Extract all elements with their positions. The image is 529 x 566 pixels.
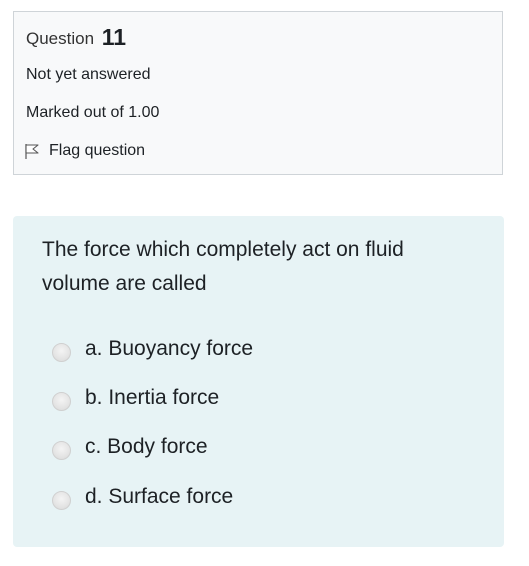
answer-label-a: a. Buoyancy force xyxy=(85,337,254,360)
radio-button-c[interactable] xyxy=(52,440,71,460)
radio-button-a[interactable] xyxy=(52,342,71,362)
question-info-panel: Question 11 Not yet answered Marked out … xyxy=(13,11,503,175)
question-text: The force which completely act on fluid … xyxy=(42,238,404,295)
radio-button-d[interactable] xyxy=(52,490,71,510)
answer-label-d: d. Surface force xyxy=(85,485,234,508)
answer-option-c[interactable]: c. Body force xyxy=(52,432,208,462)
flag-question-link[interactable]: Flag question xyxy=(24,142,145,160)
radio-button-b[interactable] xyxy=(52,391,71,411)
answer-label-b: b. Inertia force xyxy=(85,386,220,409)
answer-label-c: c. Body force xyxy=(85,435,208,458)
answer-option-b[interactable]: b. Inertia force xyxy=(52,383,219,413)
answer-option-d[interactable]: d. Surface force xyxy=(52,482,233,512)
flag-question-label: Flag question xyxy=(49,142,146,159)
flag-icon xyxy=(25,143,39,159)
question-content-panel: The force which completely act on fluid … xyxy=(13,216,504,547)
question-number: 11 xyxy=(101,24,127,50)
answer-option-a[interactable]: a. Buoyancy force xyxy=(52,334,253,364)
question-state: Not yet answered xyxy=(26,66,151,83)
question-title-prefix: Question xyxy=(26,29,95,48)
question-grade: Marked out of 1.00 xyxy=(26,104,160,121)
question-title: Question 11 xyxy=(26,24,126,51)
